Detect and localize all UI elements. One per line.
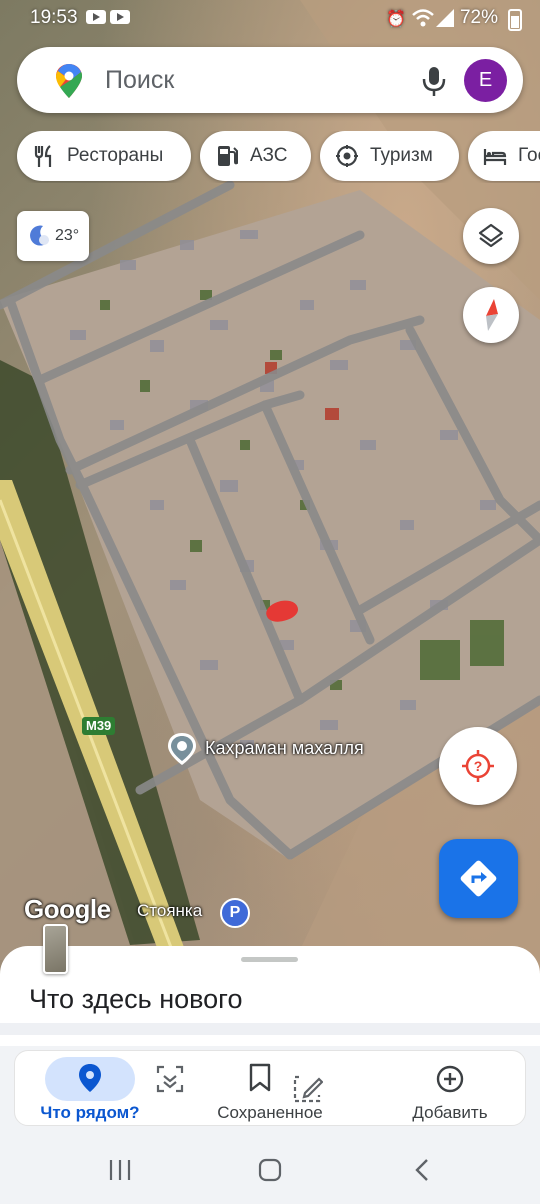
chip-tourism[interactable]: Туризм xyxy=(320,131,459,181)
chip-label: Туризм xyxy=(370,145,433,166)
sheet-title: Что здесь нового xyxy=(29,984,243,1014)
divider xyxy=(0,1023,540,1035)
home-icon[interactable] xyxy=(258,1158,282,1182)
nav-label: Добавить xyxy=(412,1103,488,1122)
place-name: Кахраман махалля xyxy=(205,738,364,758)
nav-label: Что рядом? xyxy=(40,1103,140,1122)
chip-label: Гос xyxy=(518,145,540,166)
weather-widget[interactable]: 23° xyxy=(17,211,89,261)
nav-explore[interactable]: Что рядом? xyxy=(15,1051,165,1127)
bookmark-icon xyxy=(249,1063,271,1092)
place-marker-icon xyxy=(168,733,196,765)
my-location-button[interactable]: ? xyxy=(439,727,517,805)
compass-button[interactable] xyxy=(463,287,519,343)
lens-scan-icon xyxy=(156,1065,184,1093)
battery-percent: 72% xyxy=(459,7,498,28)
signal-icon xyxy=(436,9,454,32)
battery-icon xyxy=(508,9,522,31)
google-logo: Google xyxy=(24,894,111,924)
chip-restaurants[interactable]: Рестораны xyxy=(17,131,191,181)
street-view-thumbnail[interactable] xyxy=(43,924,68,974)
fork-knife-icon xyxy=(34,145,52,167)
camera-icon xyxy=(336,145,358,167)
parking-label[interactable]: Стоянка xyxy=(137,901,202,921)
road-shield-m39: M39 xyxy=(82,717,116,735)
layers-button[interactable] xyxy=(463,208,519,264)
status-time: 19:53 xyxy=(30,7,78,28)
bed-icon xyxy=(483,149,507,165)
bottom-sheet[interactable]: Что здесь нового xyxy=(0,924,540,1046)
gas-station-icon xyxy=(218,146,238,166)
chip-label: АЗС xyxy=(250,145,288,166)
crescent-moon-icon xyxy=(30,225,49,246)
recent-apps-icon[interactable] xyxy=(108,1158,132,1182)
alarm-icon: ⏰ xyxy=(386,11,406,28)
youtube-notification-icon xyxy=(110,10,130,24)
nav-contribute[interactable]: Добавить xyxy=(385,1051,515,1127)
edit-map-icon xyxy=(293,1075,323,1103)
nav-edit-map[interactable] xyxy=(287,1051,327,1127)
parking-icon[interactable]: P xyxy=(220,898,250,928)
chip-gas-stations[interactable]: АЗС xyxy=(200,131,311,181)
svg-text:?: ? xyxy=(474,758,483,774)
weather-temperature: 23° xyxy=(55,227,80,244)
search-input[interactable]: Поиск xyxy=(105,66,174,95)
status-bar: 19:53 ⏰ 72% xyxy=(0,0,540,36)
category-chips: Рестораны АЗС Туризм Гос xyxy=(0,131,540,183)
chip-hotels[interactable]: Гос xyxy=(468,131,540,181)
youtube-notification-icon xyxy=(86,10,106,24)
microphone-icon[interactable] xyxy=(419,65,449,97)
back-icon[interactable] xyxy=(412,1158,432,1182)
add-circle-icon xyxy=(436,1065,464,1093)
wifi-icon xyxy=(412,9,434,32)
account-avatar[interactable]: E xyxy=(464,59,507,102)
google-maps-pin-icon xyxy=(56,64,82,98)
location-unknown-icon: ? xyxy=(462,750,494,782)
bottom-navigation: Что рядом? Сохраненное Добавить xyxy=(0,1046,540,1204)
search-bar[interactable]: Поиск E xyxy=(17,47,523,113)
compass-icon xyxy=(486,299,498,331)
location-pin-icon xyxy=(79,1064,101,1092)
directions-icon xyxy=(460,860,497,897)
nav-scan[interactable] xyxy=(145,1051,195,1127)
layers-icon xyxy=(478,223,504,248)
nav-bar: Что рядом? Сохраненное Добавить xyxy=(14,1050,526,1126)
sheet-drag-handle[interactable] xyxy=(241,957,298,962)
directions-button[interactable] xyxy=(439,839,518,918)
chip-label: Рестораны xyxy=(67,145,164,166)
